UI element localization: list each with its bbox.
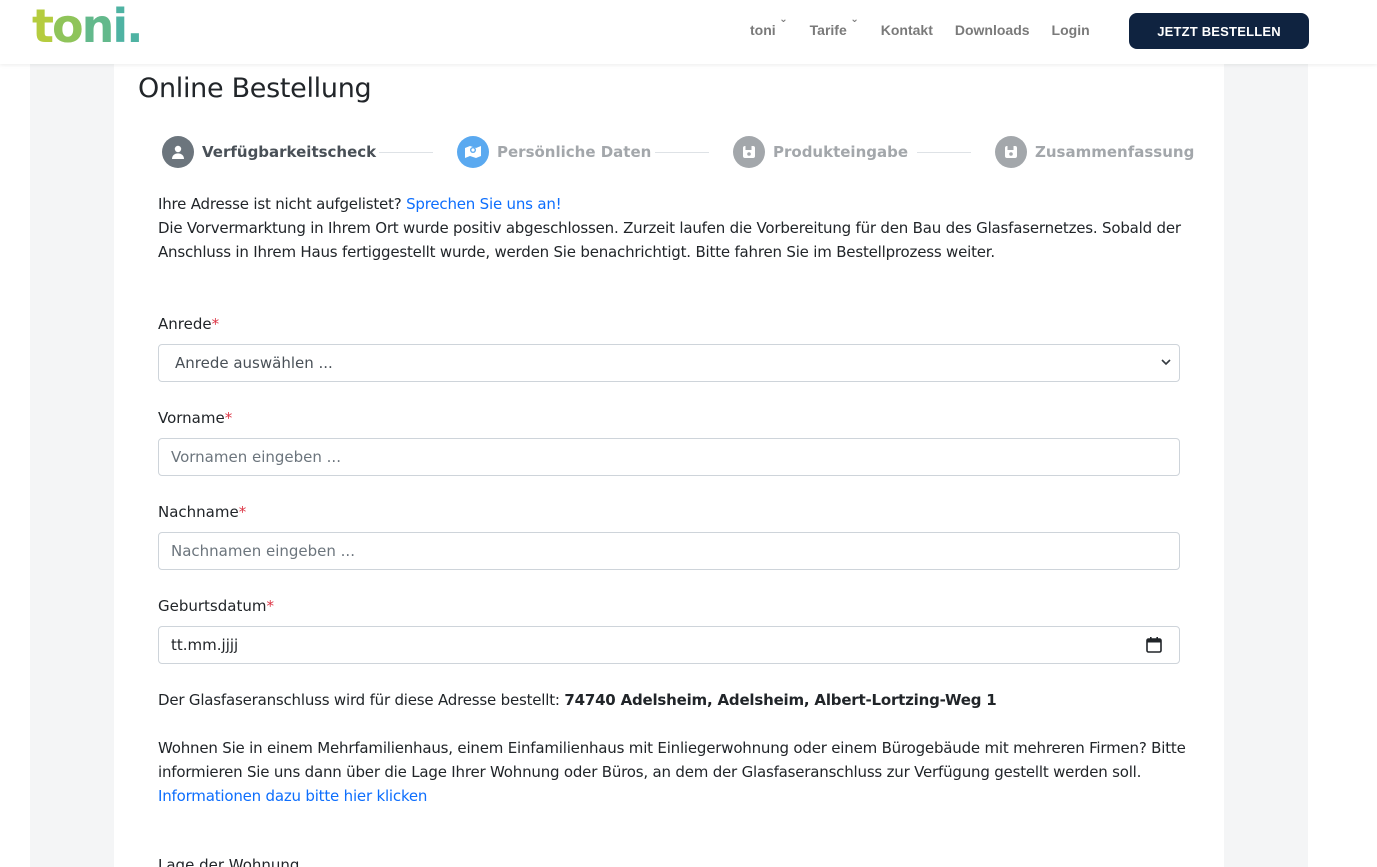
anrede-label: Anrede* — [158, 315, 219, 333]
address-value: 74740 Adelsheim, Adelsheim, Albert-Lortz… — [564, 691, 997, 709]
address-notice: Ihre Adresse ist nicht aufgelistet? Spre… — [158, 192, 1181, 264]
notice-line: Anschluss in Ihrem Haus fertiggestellt w… — [158, 243, 995, 261]
page-title: Online Bestellung — [138, 73, 372, 104]
site-header: toni. toni ⌄ Tarife ⌄ Kontakt Downloads Lo… — [0, 0, 1377, 64]
step-produkteingabe[interactable]: Produkteingabe — [733, 136, 908, 168]
address-prefix: Der Glasfaseranschluss wird für diese Ad… — [158, 691, 560, 709]
order-now-button[interactable]: JETZT BESTELLEN — [1129, 13, 1309, 49]
step-divider — [917, 152, 971, 153]
step-verfuegbarkeitscheck[interactable]: Verfügbarkeitscheck — [162, 136, 376, 168]
lage-label: Lage der Wohnung — [158, 856, 300, 867]
required-mark: * — [238, 503, 247, 521]
nav-label: Tarife — [809, 22, 847, 38]
save-icon — [995, 136, 1027, 168]
nav-item-tarife[interactable]: Tarife ⌄ — [809, 14, 859, 38]
info-line: Wohnen Sie in einem Mehrfamilienhaus, ei… — [158, 739, 1186, 757]
notice-prefix: Ihre Adresse ist nicht aufgelistet? — [158, 195, 402, 213]
label-text: Geburtsdatum — [158, 597, 267, 615]
address-confirmation: Der Glasfaseranschluss wird für diese Ad… — [158, 688, 997, 712]
chevron-down-icon: ⌄ — [850, 14, 859, 25]
step-divider — [655, 152, 709, 153]
info-link[interactable]: Informationen dazu bitte hier klicken — [158, 787, 427, 805]
date-placeholder: tt.mm.jjjj — [171, 636, 239, 654]
step-label: Verfügbarkeitscheck — [202, 143, 377, 161]
step-label: Persönliche Daten — [497, 143, 652, 161]
contact-us-link[interactable]: Sprechen Sie uns an! — [406, 195, 562, 213]
nav-item-login[interactable]: Login — [1052, 22, 1090, 38]
save-icon — [733, 136, 765, 168]
step-divider — [379, 152, 433, 153]
required-mark: * — [266, 597, 274, 615]
label-text: Anrede — [158, 315, 212, 333]
label-text: Nachname — [158, 503, 239, 521]
info-line: informieren Sie uns dann über die Lage I… — [158, 763, 1142, 781]
nav-item-kontakt[interactable]: Kontakt — [881, 22, 933, 38]
user-icon — [162, 136, 194, 168]
geburtsdatum-label: Geburtsdatum* — [158, 597, 274, 615]
geburtsdatum-input[interactable]: tt.mm.jjjj — [158, 626, 1180, 664]
required-mark: * — [211, 315, 220, 333]
nachname-input[interactable]: Nachnamen eingeben ... — [158, 532, 1180, 570]
vorname-label: Vorname* — [158, 409, 232, 427]
brand-logo[interactable]: toni. — [32, 3, 144, 52]
step-zusammenfassung[interactable]: Zusammenfassung — [995, 136, 1194, 168]
main-nav: toni ⌄ Tarife ⌄ Kontakt Downloads Login — [750, 14, 1112, 38]
notice-line: Die Vorvermarktung in Ihrem Ort wurde po… — [158, 219, 1181, 237]
calendar-icon[interactable] — [1145, 636, 1163, 658]
required-mark: * — [224, 409, 233, 427]
nav-label: toni — [750, 22, 776, 38]
nav-item-downloads[interactable]: Downloads — [955, 22, 1030, 38]
page-gutter-right — [1224, 64, 1308, 867]
nachname-label: Nachname* — [158, 503, 246, 521]
page-margin-right — [1308, 64, 1377, 867]
select-value: Anrede auswählen ... — [175, 354, 333, 372]
page-gutter-left — [30, 64, 114, 867]
nav-item-toni[interactable]: toni ⌄ — [750, 14, 788, 38]
chevron-down-icon: ⌄ — [779, 14, 788, 25]
apartment-info: Wohnen Sie in einem Mehrfamilienhaus, ei… — [158, 736, 1186, 808]
page-margin-left — [0, 64, 30, 867]
vorname-input[interactable]: Vornamen eingeben ... — [158, 438, 1180, 476]
step-label: Produkteingabe — [773, 143, 909, 161]
step-persoenliche-daten[interactable]: Persönliche Daten — [457, 136, 651, 168]
step-label: Zusammenfassung — [1035, 143, 1195, 161]
chevron-down-icon — [1159, 355, 1173, 373]
map-icon — [457, 136, 489, 168]
anrede-select[interactable]: Anrede auswählen ... — [158, 344, 1180, 382]
label-text: Vorname — [158, 409, 225, 427]
